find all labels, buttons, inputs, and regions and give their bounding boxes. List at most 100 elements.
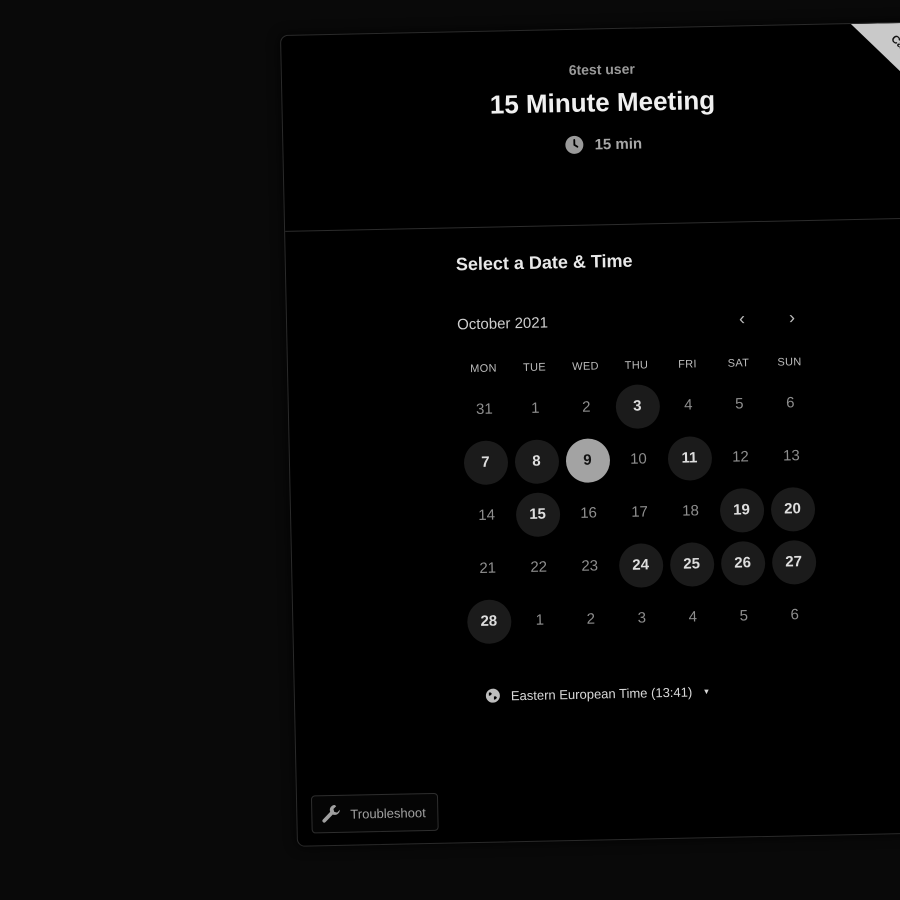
- section-title: Select a Date & Time: [455, 250, 633, 275]
- available-day[interactable]: 15: [512, 487, 564, 541]
- chevron-left-icon: ‹: [738, 307, 746, 328]
- unavailable-day: 22: [513, 540, 565, 594]
- unavailable-day: 5: [718, 589, 770, 643]
- calendar-week-row: 28 1 2 3 4 5 6: [463, 585, 900, 648]
- day-number: 5: [734, 395, 744, 413]
- weekday-label: SAT: [727, 357, 750, 370]
- day-number: 4: [683, 396, 693, 414]
- day-number: 28: [466, 598, 512, 644]
- day-number: 4: [688, 608, 698, 626]
- available-day[interactable]: 28: [463, 594, 515, 648]
- day-number: 16: [580, 504, 598, 522]
- date-picker-section: Select a Date & Time October 2021 ‹ › MO…: [286, 245, 900, 708]
- day-number: 11: [666, 435, 712, 481]
- troubleshoot-button[interactable]: Troubleshoot: [310, 792, 440, 834]
- unavailable-day: 14: [461, 488, 513, 542]
- available-day[interactable]: 11: [663, 431, 715, 485]
- available-day[interactable]: 8: [510, 434, 562, 488]
- calendar-week-row: 21 22 23 24 25 26 27: [462, 532, 900, 595]
- unavailable-day: 3: [616, 591, 668, 645]
- unavailable-day: 6: [764, 376, 816, 430]
- unavailable-day: 12: [714, 430, 766, 484]
- clock-icon: [565, 135, 584, 154]
- weekday-label: TUE: [522, 361, 547, 374]
- booking-card: Ca 6test user 15 Minute Meeting 15 min S…: [280, 21, 900, 847]
- available-day[interactable]: 26: [717, 536, 769, 590]
- troubleshoot-label: Troubleshoot: [350, 804, 426, 822]
- day-number: 5: [739, 607, 749, 625]
- duration-label: 15 min: [594, 134, 643, 153]
- available-day[interactable]: 27: [768, 535, 820, 589]
- day-number: 3: [614, 383, 660, 429]
- day-number: 1: [535, 611, 545, 629]
- day-number: 9: [565, 437, 610, 483]
- day-number: 22: [530, 558, 548, 576]
- unavailable-day: 21: [462, 541, 514, 595]
- month-label: October 2021: [456, 313, 549, 333]
- unavailable-day: 6: [769, 588, 821, 642]
- day-number: 13: [782, 447, 800, 465]
- day-number: 23: [581, 557, 599, 575]
- chevron-right-icon: ›: [788, 306, 796, 327]
- day-number: 15: [515, 491, 561, 537]
- calendar-grid: 31 1 2 3 4 5 6 7 8 9 10 11 12 13 14 15 16 17 18 19 20 21 22 23 2…: [458, 373, 900, 648]
- timezone-selector[interactable]: Eastern European Time (13:41) ▾: [485, 678, 900, 703]
- unavailable-day: 4: [662, 378, 714, 432]
- previous-month-button[interactable]: ‹: [727, 303, 758, 334]
- wrench-icon: [322, 805, 340, 823]
- unavailable-day: 23: [564, 539, 616, 593]
- day-number: 1: [531, 399, 540, 417]
- available-day[interactable]: 25: [666, 537, 718, 591]
- timezone-label: Eastern European Time (13:41): [510, 684, 693, 703]
- day-number: 10: [629, 450, 647, 468]
- day-number: 2: [586, 610, 596, 628]
- day-number: 19: [719, 487, 765, 533]
- day-number: 20: [770, 486, 815, 532]
- unavailable-day: 5: [713, 377, 765, 431]
- unavailable-day: 13: [765, 429, 817, 483]
- unavailable-day: 1: [514, 593, 566, 647]
- day-number: 2: [582, 398, 591, 416]
- day-number: 6: [790, 606, 800, 624]
- event-title: 15 Minute Meeting: [489, 84, 716, 120]
- selected-day[interactable]: 9: [561, 433, 613, 487]
- available-day[interactable]: 7: [459, 435, 511, 489]
- available-day[interactable]: 24: [615, 538, 667, 592]
- event-header: 6test user 15 Minute Meeting 15 min: [281, 22, 900, 232]
- weekday-label: THU: [624, 359, 649, 372]
- day-number: 27: [771, 539, 817, 585]
- weekday-label: SUN: [777, 356, 802, 369]
- globe-icon: [485, 688, 500, 703]
- unavailable-day: 1: [509, 381, 561, 435]
- day-number: 21: [479, 559, 497, 577]
- calendar-week-row: 14 15 16 17 18 19 20: [461, 479, 900, 542]
- event-duration: 15 min: [283, 128, 900, 161]
- unavailable-day: 10: [612, 432, 664, 486]
- day-number: 26: [720, 540, 766, 586]
- month-navigation: October 2021 ‹ ›: [457, 302, 808, 339]
- weekday-header: MON TUE WED THU FRI SAT SUN: [458, 354, 900, 376]
- calendar-week-row: 7 8 9 10 11 12 13: [459, 426, 900, 489]
- day-number: 18: [682, 502, 700, 520]
- day-number: 25: [669, 541, 715, 587]
- next-month-button[interactable]: ›: [777, 302, 808, 333]
- caret-down-icon: ▾: [704, 685, 709, 696]
- unavailable-day: 17: [614, 485, 666, 539]
- unavailable-day: 2: [565, 592, 617, 646]
- day-number: 8: [514, 438, 559, 484]
- available-day[interactable]: 3: [611, 379, 663, 433]
- weekday-label: MON: [470, 362, 497, 376]
- day-number: 12: [731, 448, 749, 466]
- unavailable-day: 2: [560, 380, 612, 434]
- day-number: 6: [785, 394, 795, 412]
- unavailable-day: 4: [667, 590, 719, 644]
- available-day[interactable]: 19: [715, 483, 767, 537]
- unavailable-day: 31: [458, 382, 510, 436]
- day-number: 24: [618, 542, 664, 588]
- day-number: 14: [478, 506, 496, 524]
- unavailable-day: 16: [563, 486, 615, 540]
- day-number: 3: [637, 609, 647, 627]
- calendar-week-row: 31 1 2 3 4 5 6: [458, 373, 900, 436]
- available-day[interactable]: 20: [766, 482, 818, 536]
- day-number: 17: [631, 503, 649, 521]
